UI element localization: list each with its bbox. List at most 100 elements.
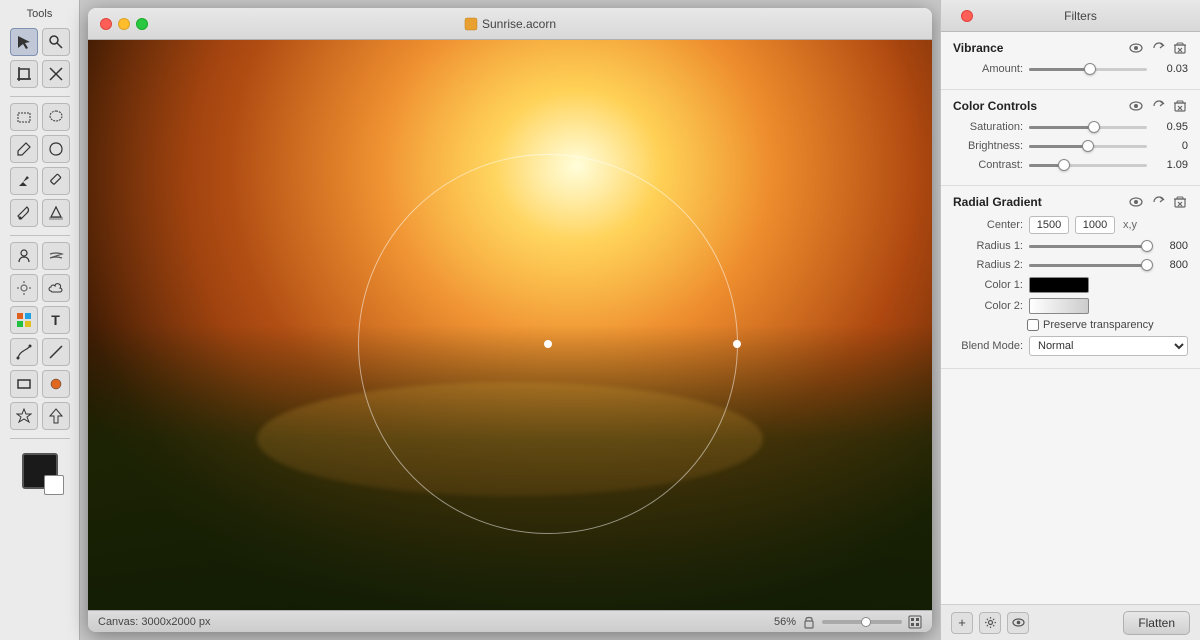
canvas-window: Sunrise.acorn Canvas: 3000x200 <box>88 8 932 632</box>
color-adjust-tool[interactable] <box>10 306 38 334</box>
color-controls-controls <box>1128 98 1188 114</box>
vibrance-reset-button[interactable] <box>1150 40 1166 56</box>
radial-center-y-input[interactable] <box>1075 216 1115 234</box>
radial-gradient-visibility-toggle[interactable] <box>1128 194 1144 210</box>
canvas-content[interactable] <box>88 40 932 610</box>
saturation-row: Saturation: 0.95 <box>953 120 1188 134</box>
oval-shape-tool[interactable] <box>42 370 70 398</box>
vibrance-title: Vibrance <box>953 41 1003 55</box>
vibrance-amount-label: Amount: <box>953 63 1023 75</box>
radius2-slider[interactable] <box>1029 258 1147 272</box>
radial-center-xy-label: x,y <box>1123 219 1137 231</box>
vibrance-delete-button[interactable] <box>1172 40 1188 56</box>
brightness-value: 0 <box>1153 140 1188 152</box>
pencil-tool[interactable] <box>42 167 70 195</box>
smear-tool[interactable] <box>42 242 70 270</box>
radial-gradient-section: Radial Gradient Center: <box>941 186 1200 369</box>
radius1-slider[interactable] <box>1029 239 1147 253</box>
blend-mode-row: Blend Mode: Normal Multiply Screen Overl… <box>953 336 1188 356</box>
vibrance-amount-row: Amount: 0.03 <box>953 62 1188 76</box>
blend-mode-select[interactable]: Normal Multiply Screen Overlay <box>1029 336 1188 356</box>
tools-title: Tools <box>27 8 53 20</box>
radius2-label: Radius 2: <box>953 259 1023 271</box>
saturation-slider[interactable] <box>1029 120 1147 134</box>
filters-panel: Filters Vibrance Amoun <box>940 0 1200 640</box>
preserve-transparency-row: Preserve transparency <box>953 319 1188 331</box>
saturation-label: Saturation: <box>953 121 1023 133</box>
tool-separator-1 <box>10 96 70 97</box>
pen-tool[interactable] <box>10 167 38 195</box>
sun-tool[interactable] <box>10 274 38 302</box>
background-color-swatch[interactable] <box>44 475 64 495</box>
bezier-tool[interactable] <box>10 338 38 366</box>
zoom-thumb[interactable] <box>861 617 871 627</box>
close-window-button[interactable] <box>100 18 112 30</box>
zoom-tool[interactable] <box>42 28 70 56</box>
contrast-row: Contrast: 1.09 <box>953 158 1188 172</box>
crop-tool[interactable] <box>10 60 38 88</box>
color-controls-reset-button[interactable] <box>1150 98 1166 114</box>
document-icon <box>464 17 478 31</box>
color-controls-visibility-toggle[interactable] <box>1128 98 1144 114</box>
line-tool[interactable] <box>42 338 70 366</box>
brightness-row: Brightness: 0 <box>953 139 1188 153</box>
filters-close-button[interactable] <box>961 10 973 22</box>
radius1-row: Radius 1: 800 <box>953 239 1188 253</box>
cloud-tool[interactable] <box>42 274 70 302</box>
arrow-shape-tool[interactable] <box>42 402 70 430</box>
vibrance-controls <box>1128 40 1188 56</box>
minimize-window-button[interactable] <box>118 18 130 30</box>
radial-gradient-title: Radial Gradient <box>953 195 1042 209</box>
radial-center-label: Center: <box>953 219 1023 231</box>
color2-swatch[interactable] <box>1029 298 1089 314</box>
radial-gradient-delete-button[interactable] <box>1172 194 1188 210</box>
flatten-button[interactable]: Flatten <box>1123 611 1190 635</box>
canvas-image <box>88 40 932 610</box>
eyedropper-tool[interactable] <box>10 199 38 227</box>
brush-tool[interactable] <box>10 135 38 163</box>
lasso-select-tool[interactable] <box>42 103 70 131</box>
rect-shape-tool[interactable] <box>10 370 38 398</box>
contrast-slider[interactable] <box>1029 158 1147 172</box>
color1-swatch[interactable] <box>1029 277 1089 293</box>
arrow-tool[interactable] <box>10 28 38 56</box>
blob-tool[interactable] <box>42 135 70 163</box>
transform-tool[interactable] <box>42 60 70 88</box>
star-shape-tool[interactable] <box>10 402 38 430</box>
brightness-slider[interactable] <box>1029 139 1147 153</box>
vibrance-section: Vibrance Amount: <box>941 32 1200 90</box>
fill-tool[interactable] <box>42 199 70 227</box>
canvas-statusbar: Canvas: 3000x2000 px 56% <box>88 610 932 632</box>
radius2-value: 800 <box>1153 259 1188 271</box>
foreground-color-swatch[interactable] <box>22 453 58 489</box>
saturation-value: 0.95 <box>1153 121 1188 133</box>
filters-header: Filters <box>941 0 1200 32</box>
window-title: Sunrise.acorn <box>464 17 556 31</box>
rect-select-tool[interactable] <box>10 103 38 131</box>
vibrance-header: Vibrance <box>953 40 1188 56</box>
preserve-transparency-checkbox[interactable] <box>1027 319 1039 331</box>
blend-mode-label: Blend Mode: <box>953 340 1023 352</box>
vibrance-visibility-toggle[interactable] <box>1128 40 1144 56</box>
add-filter-button[interactable]: + <box>951 612 973 634</box>
filters-body: Vibrance Amount: <box>941 32 1200 604</box>
filter-settings-button[interactable] <box>979 612 1001 634</box>
lock-icon <box>802 615 816 629</box>
zoom-window-button[interactable] <box>136 18 148 30</box>
filter-eye-button[interactable] <box>1007 612 1029 634</box>
vibrance-amount-value: 0.03 <box>1153 63 1188 75</box>
color-controls-delete-button[interactable] <box>1172 98 1188 114</box>
radial-gradient-reset-button[interactable] <box>1150 194 1166 210</box>
tool-separator-2 <box>10 235 70 236</box>
color-controls-header: Color Controls <box>953 98 1188 114</box>
color-controls-section: Color Controls Saturation: <box>941 90 1200 186</box>
fit-image-icon[interactable] <box>908 615 922 629</box>
vibrance-amount-slider[interactable] <box>1029 62 1147 76</box>
color2-label: Color 2: <box>953 300 1023 312</box>
radial-center-x-input[interactable] <box>1029 216 1069 234</box>
text-tool[interactable]: T <box>42 306 70 334</box>
traffic-lights <box>100 18 148 30</box>
clone-tool[interactable] <box>10 242 38 270</box>
zoom-controls: 56% <box>774 615 922 629</box>
zoom-slider[interactable] <box>822 620 902 624</box>
